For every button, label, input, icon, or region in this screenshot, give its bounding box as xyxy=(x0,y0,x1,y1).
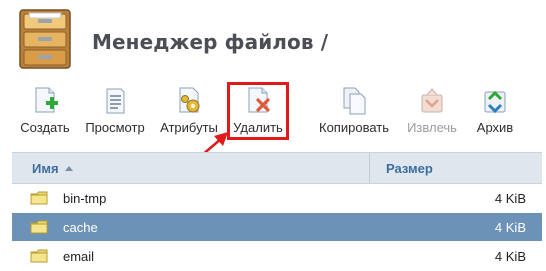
file-name: bin-tmp xyxy=(63,191,107,206)
column-header-name[interactable]: Имя xyxy=(32,161,73,176)
file-name: email xyxy=(63,249,95,264)
view-label: Просмотр xyxy=(85,120,145,135)
extract-button[interactable]: Извлечь xyxy=(400,86,464,138)
extract-label: Извлечь xyxy=(407,120,457,135)
copy-icon xyxy=(343,87,366,115)
folder-icon xyxy=(30,249,48,263)
create-label: Создать xyxy=(20,120,70,135)
extract-icon xyxy=(421,88,443,113)
page-title: Менеджер файлов / xyxy=(92,30,329,54)
copy-label: Копировать xyxy=(319,120,389,135)
table-row[interactable]: email 4 KiB xyxy=(12,242,542,271)
create-button[interactable]: Создать xyxy=(12,86,78,138)
table-row[interactable]: cache 4 KiB xyxy=(12,213,542,242)
table-row[interactable]: bin-tmp 4 KiB xyxy=(12,184,542,213)
column-header-size[interactable]: Размер xyxy=(386,161,433,176)
header: Менеджер файлов / xyxy=(16,8,536,72)
file-table: Имя Размер bin-tmp 4 KiB cache 4 KiB ema… xyxy=(12,152,542,271)
file-size: 4 KiB xyxy=(494,249,526,264)
file-name: cache xyxy=(63,220,98,235)
archive-label: Архив xyxy=(476,120,514,135)
delete-highlight-box xyxy=(227,82,289,140)
column-header-name-label: Имя xyxy=(32,161,59,176)
file-size: 4 KiB xyxy=(494,191,526,206)
folder-icon xyxy=(30,191,48,205)
table-header: Имя Размер xyxy=(12,152,542,184)
sort-ascending-icon xyxy=(64,166,73,171)
archive-icon xyxy=(484,90,506,114)
view-icon xyxy=(106,88,125,114)
file-size: 4 KiB xyxy=(494,220,526,235)
view-button[interactable]: Просмотр xyxy=(82,86,148,138)
column-separator xyxy=(369,153,370,183)
archive-button[interactable]: Архив xyxy=(470,86,520,138)
attributes-icon xyxy=(179,87,200,113)
new-file-icon xyxy=(35,87,58,113)
folder-icon xyxy=(30,220,48,234)
file-cabinet-icon xyxy=(19,9,71,69)
copy-button[interactable]: Копировать xyxy=(312,86,396,138)
